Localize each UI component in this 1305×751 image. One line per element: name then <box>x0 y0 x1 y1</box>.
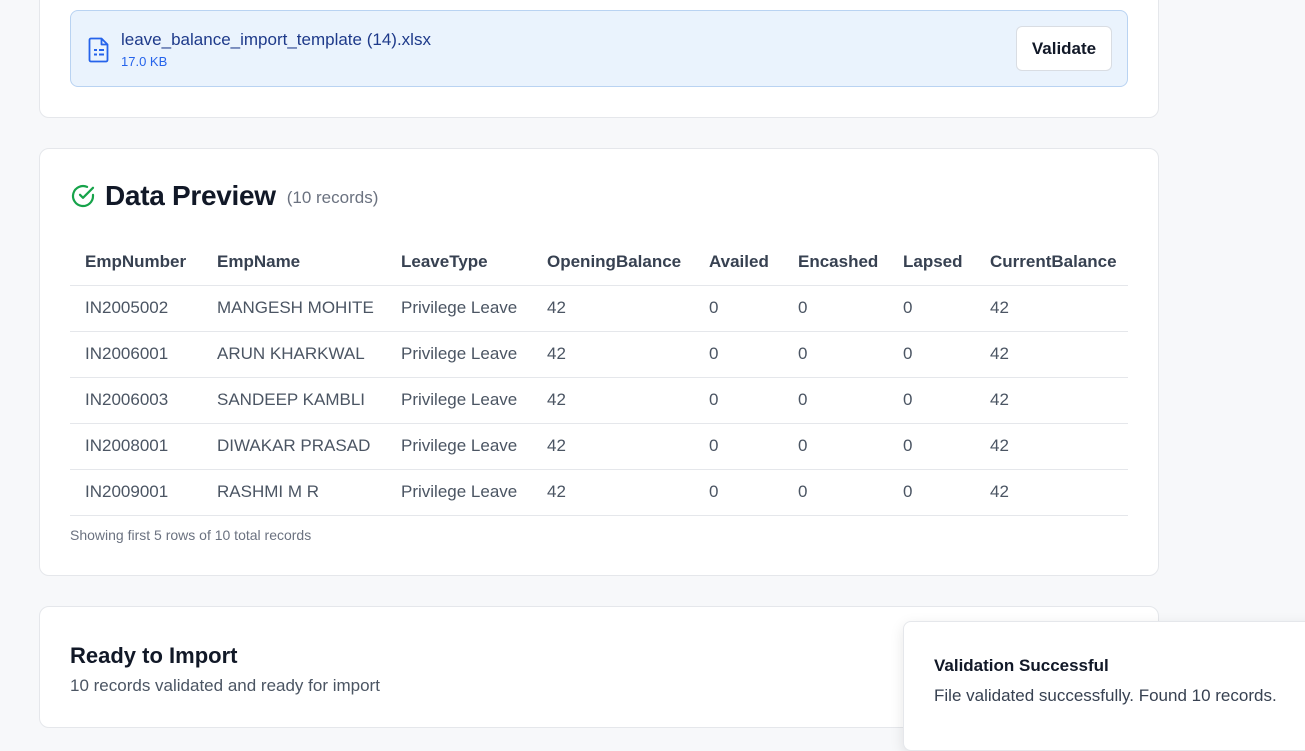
cell-currentbalance: 42 <box>975 285 1128 332</box>
cell-empnumber: IN2005002 <box>70 285 202 332</box>
cell-lapsed: 0 <box>888 423 975 470</box>
column-header-encashed: Encashed <box>783 239 888 286</box>
toast-notification: Validation Successful File validated suc… <box>903 621 1305 751</box>
cell-currentbalance: 42 <box>975 331 1128 378</box>
column-header-availed: Availed <box>694 239 783 286</box>
cell-empnumber: IN2009001 <box>70 469 202 516</box>
column-header-openingbalance: OpeningBalance <box>532 239 694 286</box>
cell-encashed: 0 <box>783 377 888 424</box>
cell-lapsed: 0 <box>888 331 975 378</box>
upload-card: leave_balance_import_template (14).xlsx … <box>39 0 1159 118</box>
cell-lapsed: 0 <box>888 377 975 424</box>
cell-availed: 0 <box>694 285 783 332</box>
cell-openingbalance: 42 <box>532 423 694 470</box>
cell-empname: DIWAKAR PRASAD <box>202 423 386 470</box>
cell-availed: 0 <box>694 423 783 470</box>
cell-empname: RASHMI M R <box>202 469 386 516</box>
cell-leavetype: Privilege Leave <box>386 377 532 424</box>
cell-openingbalance: 42 <box>532 331 694 378</box>
preview-header: Data Preview (10 records) <box>70 179 378 213</box>
cell-encashed: 0 <box>783 285 888 332</box>
selected-file-box: leave_balance_import_template (14).xlsx … <box>70 10 1128 87</box>
cell-empname: MANGESH MOHITE <box>202 285 386 332</box>
table-row: IN2009001 RASHMI M R Privilege Leave 42 … <box>70 469 1128 516</box>
table-row: IN2005002 MANGESH MOHITE Privilege Leave… <box>70 285 1128 332</box>
cell-availed: 0 <box>694 469 783 516</box>
cell-encashed: 0 <box>783 469 888 516</box>
cell-currentbalance: 42 <box>975 423 1128 470</box>
table-row: IN2006001 ARUN KHARKWAL Privilege Leave … <box>70 331 1128 378</box>
column-header-currentbalance: CurrentBalance <box>975 239 1128 286</box>
cell-empnumber: IN2006003 <box>70 377 202 424</box>
cell-leavetype: Privilege Leave <box>386 331 532 378</box>
cell-openingbalance: 42 <box>532 285 694 332</box>
cell-currentbalance: 42 <box>975 469 1128 516</box>
cell-empnumber: IN2006001 <box>70 331 202 378</box>
cell-lapsed: 0 <box>888 285 975 332</box>
spreadsheet-file-icon <box>88 37 109 63</box>
data-preview-card: Data Preview (10 records) EmpNumber EmpN… <box>39 148 1159 576</box>
column-header-empname: EmpName <box>202 239 386 286</box>
cell-availed: 0 <box>694 377 783 424</box>
cell-leavetype: Privilege Leave <box>386 285 532 332</box>
import-subtitle: 10 records validated and ready for impor… <box>70 676 380 695</box>
cell-leavetype: Privilege Leave <box>386 469 532 516</box>
table-row: IN2008001 DIWAKAR PRASAD Privilege Leave… <box>70 423 1128 470</box>
validate-button[interactable]: Validate <box>1016 26 1112 71</box>
cell-encashed: 0 <box>783 331 888 378</box>
cell-empname: SANDEEP KAMBLI <box>202 377 386 424</box>
page-title: Data Preview <box>105 180 276 211</box>
column-header-lapsed: Lapsed <box>888 239 975 286</box>
table-header-row: EmpNumber EmpName LeaveType OpeningBalan… <box>70 239 1128 286</box>
cell-leavetype: Privilege Leave <box>386 423 532 470</box>
table-footer-note: Showing first 5 rows of 10 total records <box>70 527 312 543</box>
cell-currentbalance: 42 <box>975 377 1128 424</box>
table-row: IN2006003 SANDEEP KAMBLI Privilege Leave… <box>70 377 1128 424</box>
cell-openingbalance: 42 <box>532 469 694 516</box>
check-circle-icon <box>71 184 95 208</box>
column-header-leavetype: LeaveType <box>386 239 532 286</box>
toast-message: File validated successfully. Found 10 re… <box>934 686 1277 705</box>
cell-availed: 0 <box>694 331 783 378</box>
import-title: Ready to Import <box>70 643 238 668</box>
preview-table: EmpNumber EmpName LeaveType OpeningBalan… <box>70 239 1128 516</box>
cell-openingbalance: 42 <box>532 377 694 424</box>
file-name: leave_balance_import_template (14).xlsx <box>121 30 431 49</box>
cell-empname: ARUN KHARKWAL <box>202 331 386 378</box>
column-header-empnumber: EmpNumber <box>70 239 202 286</box>
cell-empnumber: IN2008001 <box>70 423 202 470</box>
record-count: (10 records) <box>286 188 379 207</box>
toast-title: Validation Successful <box>934 656 1109 675</box>
cell-encashed: 0 <box>783 423 888 470</box>
file-size: 17.0 KB <box>121 54 168 69</box>
cell-lapsed: 0 <box>888 469 975 516</box>
